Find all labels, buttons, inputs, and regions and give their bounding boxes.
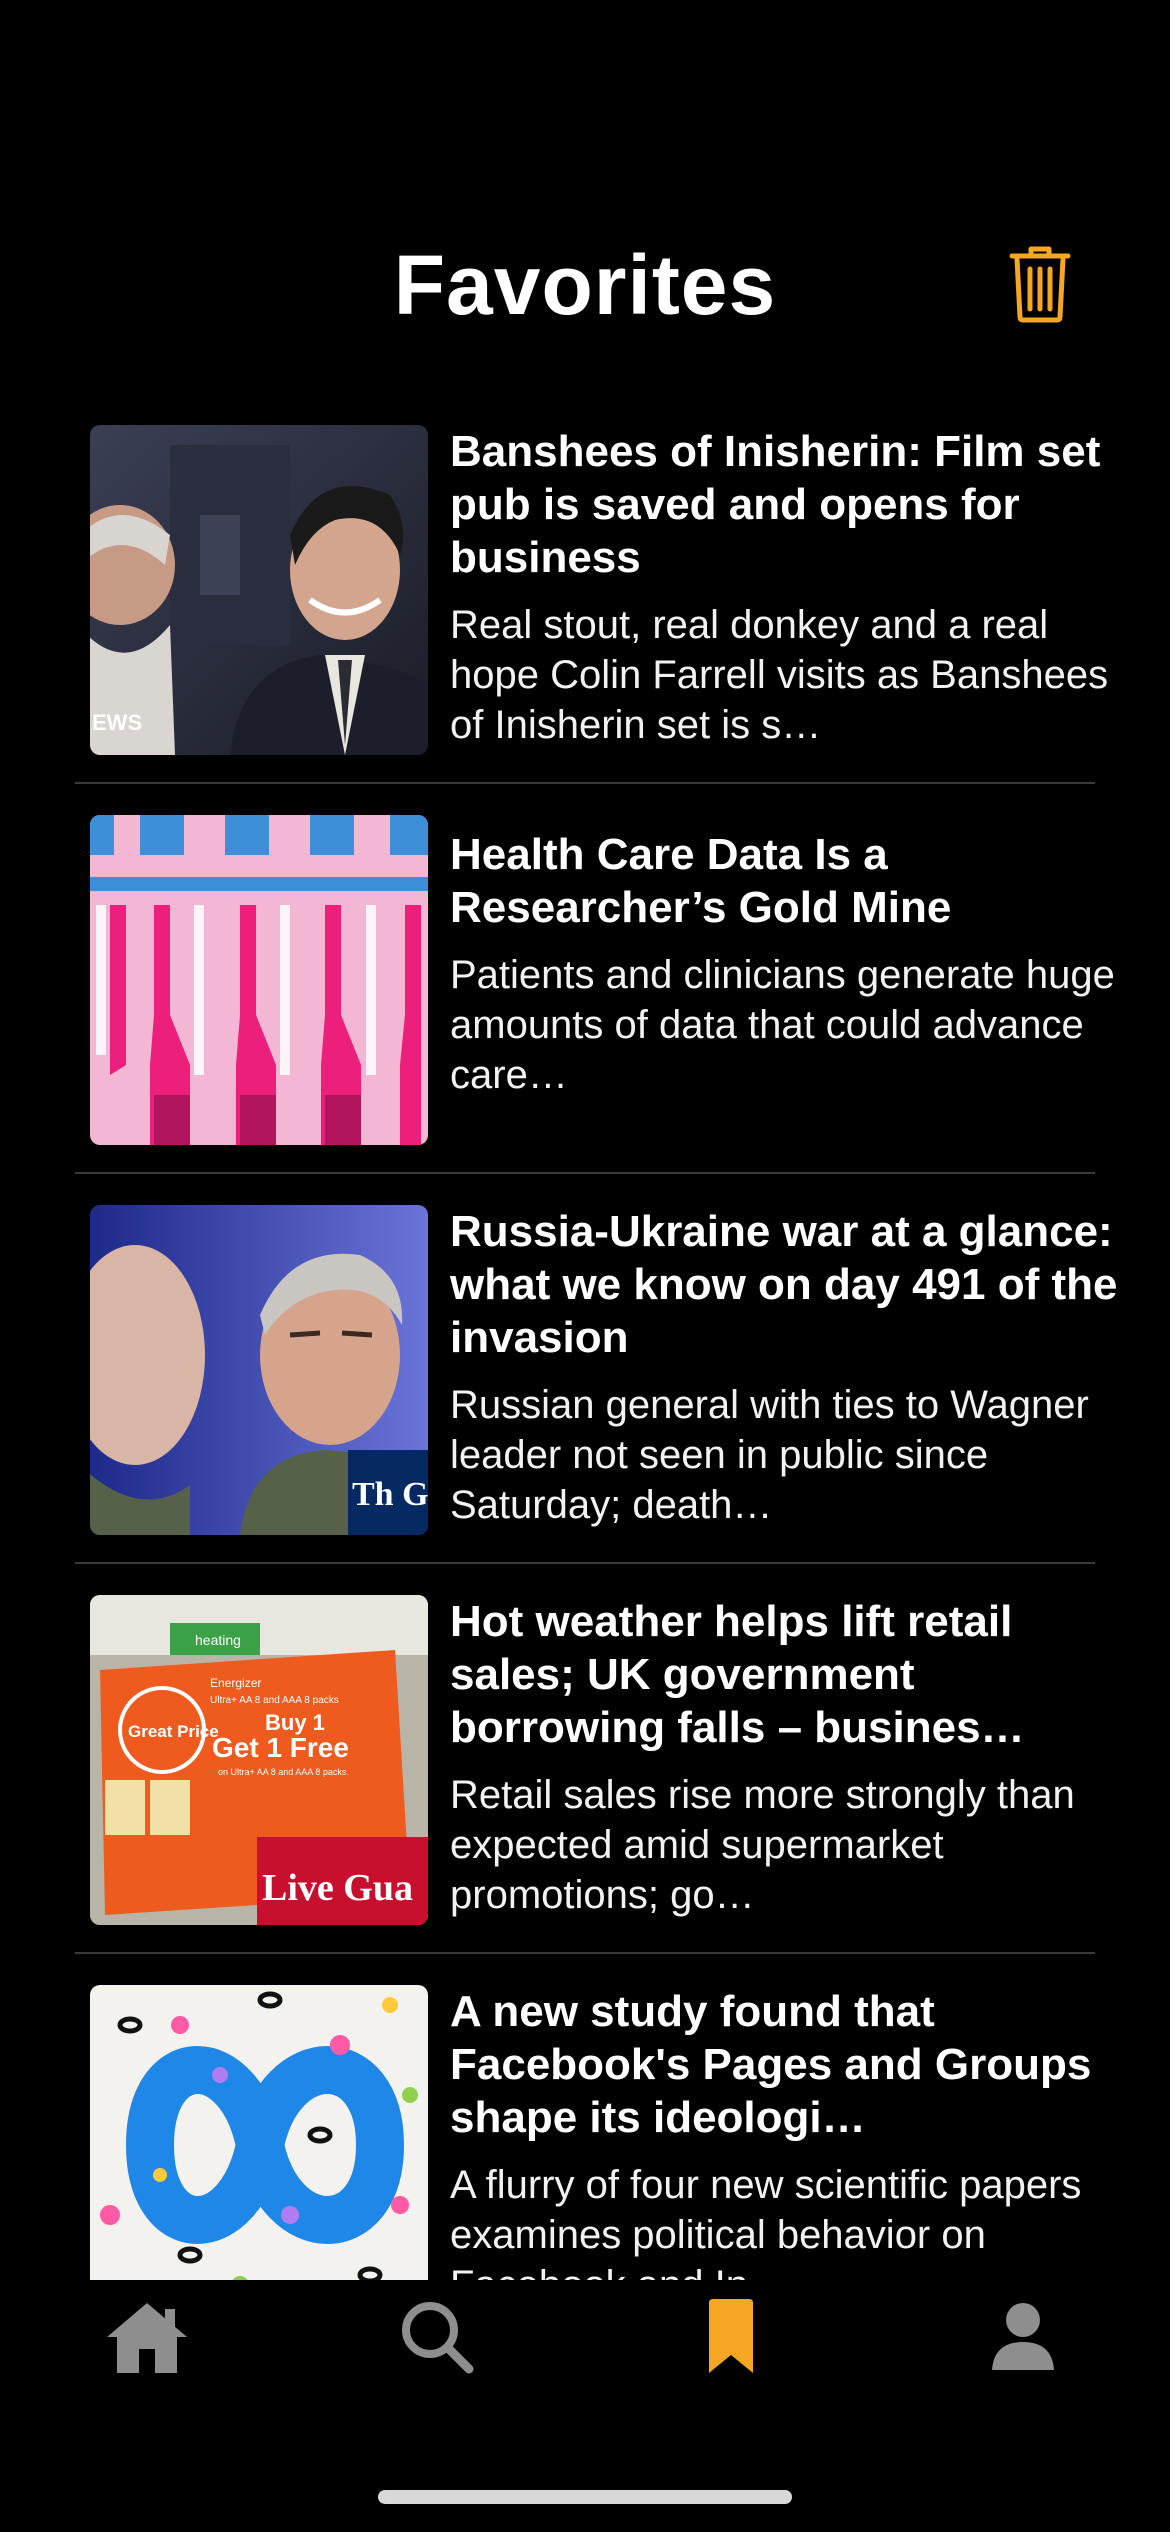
article-text: A new study found that Facebook's Pages … (450, 1985, 1130, 2280)
trash-icon (1009, 246, 1071, 323)
article-thumbnail (90, 1985, 428, 2280)
thumb-caption: Th Gua (352, 1476, 428, 1513)
thumb-sign-line1: Ultra+ AA 8 and AAA 8 packs (210, 1695, 339, 1706)
home-icon (107, 2303, 187, 2373)
thumb-sign-top: heating (195, 1632, 241, 1648)
home-indicator[interactable] (378, 2490, 792, 2504)
divider (75, 1562, 1095, 1564)
article-item[interactable]: Th Gua Russia-Ukraine war at a glance: w… (75, 1200, 1117, 1590)
article-summary: Russian general with ties to Wagner lead… (450, 1383, 1089, 1527)
thumb-sign-brand: Energizer (210, 1676, 261, 1690)
article-thumbnail: EWS (90, 425, 428, 755)
article-headline: Health Care Data Is a Researcher’s Gold … (450, 830, 952, 932)
favorites-list: EWS Banshees of Inisherin: Film set pub … (0, 420, 1170, 2280)
favorites-screen: Favorites EWS Banshees of Inisherin: Fil… (0, 0, 1170, 2532)
article-item[interactable]: EWS Banshees of Inisherin: Film set pub … (75, 420, 1108, 810)
article-item[interactable]: A new study found that Facebook's Pages … (75, 1980, 1095, 2280)
article-thumbnail: Th Gua (90, 1205, 428, 1535)
article-text: Russia-Ukraine war at a glance: what we … (450, 1205, 1130, 1530)
article-text: Health Care Data Is a Researcher’s Gold … (450, 815, 1130, 1100)
tab-bar (0, 2282, 1170, 2392)
article-text: Banshees of Inisherin: Film set pub is s… (450, 425, 1130, 750)
search-icon (402, 2302, 474, 2374)
person-icon (992, 2303, 1054, 2370)
article-item[interactable]: heating Great Price Energizer Ultra+ AA … (75, 1590, 1095, 1980)
article-headline: Russia-Ukraine war at a glance: what we … (450, 1207, 1118, 1362)
article-item[interactable]: Health Care Data Is a Researcher’s Gold … (75, 810, 1115, 1200)
divider (75, 782, 1095, 784)
article-headline: A new study found that Facebook's Pages … (450, 1987, 1092, 2142)
thumb-caption: Live Gua (262, 1867, 413, 1909)
page-title: Favorites (393, 238, 777, 332)
article-headline: Hot weather helps lift retail sales; UK … (450, 1597, 1025, 1752)
tab-profile[interactable] (968, 2292, 1078, 2382)
tab-favorites[interactable] (676, 2292, 786, 2382)
article-summary: A flurry of four new scientific papers e… (450, 2163, 1082, 2280)
article-headline: Banshees of Inisherin: Film set pub is s… (450, 427, 1101, 582)
header: Favorites (0, 230, 1170, 340)
bookmark-icon (709, 2299, 753, 2373)
divider (75, 1172, 1095, 1174)
article-summary: Retail sales rise more strongly than exp… (450, 1773, 1075, 1917)
thumb-sign-badge: Great Price (128, 1722, 219, 1741)
divider (75, 1952, 1095, 1954)
thumb-sign-offer3: on Ultra+ AA 8 and AAA 8 packs. (218, 1767, 349, 1777)
tab-search[interactable] (382, 2292, 492, 2382)
clear-favorites-button[interactable] (1005, 240, 1075, 328)
tab-home[interactable] (92, 2292, 202, 2382)
article-thumbnail: heating Great Price Energizer Ultra+ AA … (90, 1595, 428, 1925)
article-summary: Patients and clinicians generate huge am… (450, 953, 1115, 1097)
article-summary: Real stout, real donkey and a real hope … (450, 603, 1109, 747)
thumb-caption: EWS (92, 710, 142, 735)
article-thumbnail (90, 815, 428, 1145)
article-text: Hot weather helps lift retail sales; UK … (450, 1595, 1130, 1920)
thumb-sign-offer2: Get 1 Free (212, 1732, 349, 1763)
